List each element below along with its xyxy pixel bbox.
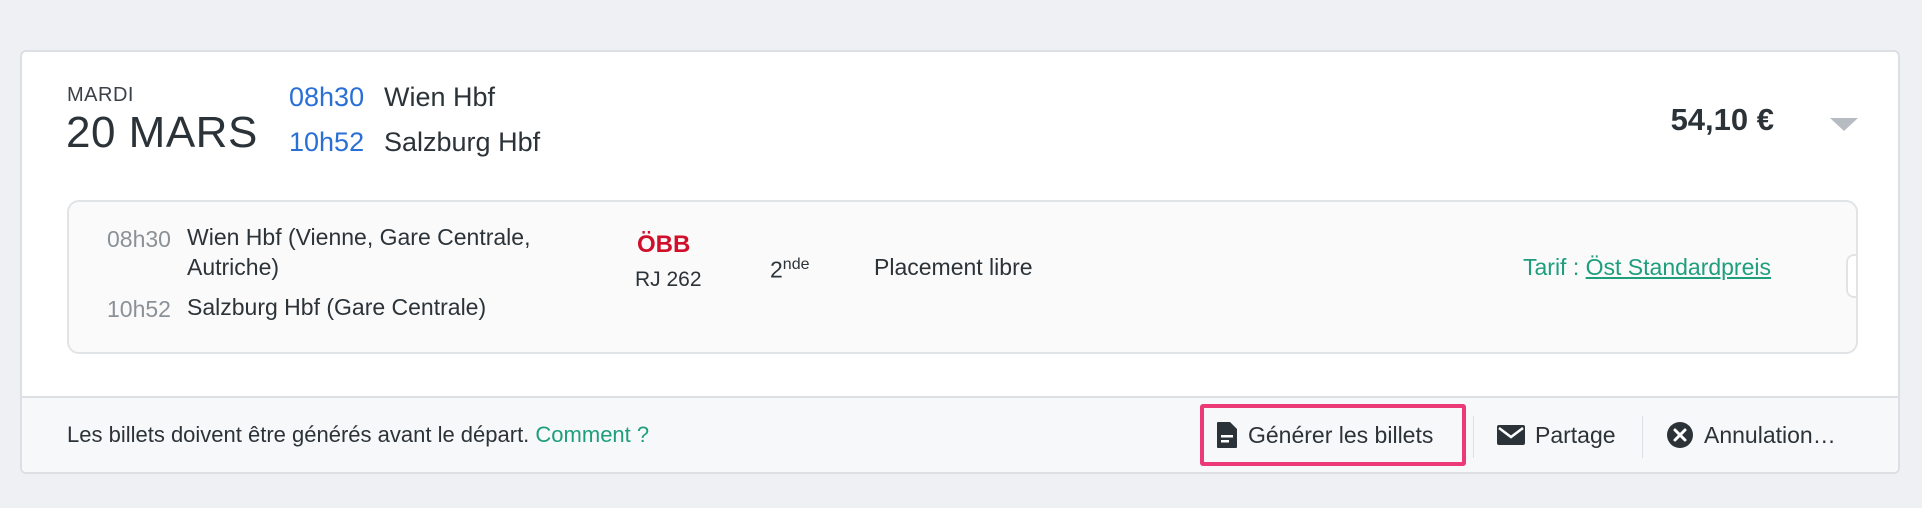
how-link[interactable]: Comment ? — [535, 422, 649, 447]
segment-departure-time: 08h30 — [107, 226, 171, 252]
share-button[interactable]: Partage — [1497, 398, 1616, 472]
chevron-down-icon[interactable] — [1830, 118, 1858, 131]
date-main: 20 MARS — [66, 108, 258, 157]
trip-card: MARDI 20 MARS 08h30 Wien Hbf 10h52 Salzb… — [20, 50, 1900, 474]
generate-tickets-label: Générer les billets — [1248, 421, 1434, 448]
arrival-time: 10h52 — [289, 127, 365, 157]
travel-class-suffix: nde — [782, 256, 810, 273]
cancel-button[interactable]: Annulation… — [1666, 398, 1836, 472]
obb-logo-text: ÖBB — [637, 231, 690, 256]
envelope-icon — [1497, 425, 1525, 445]
close-circle-icon — [1667, 422, 1693, 448]
departure-station: Wien Hbf — [384, 82, 496, 112]
obb-logo: ÖBB — [637, 231, 690, 256]
travel-class-number: 2 — [770, 256, 783, 283]
document-icon — [1217, 422, 1237, 448]
tarif: Tarif : Öst Standardpreis — [1523, 254, 1771, 281]
placement: Placement libre — [874, 254, 1033, 280]
departure-row: 08h30 Wien Hbf — [289, 82, 540, 127]
segment-details: 08h30 Wien Hbf (Vienne, Gare Centrale, A… — [67, 200, 1858, 354]
segment-departure-station: Wien Hbf (Vienne, Gare Centrale, Autrich… — [187, 222, 530, 282]
train-code: RJ 262 — [635, 268, 702, 291]
tarif-link[interactable]: Öst Standardpreis — [1586, 254, 1771, 280]
tarif-label: Tarif : — [1523, 254, 1586, 280]
divider — [1642, 416, 1643, 458]
arrival-station: Salzburg Hbf — [384, 127, 541, 157]
card-footer: Les billets doivent être générés avant l… — [22, 396, 1898, 472]
segment-departure-station-line1: Wien Hbf (Vienne, Gare Centrale, — [187, 224, 531, 250]
segment-departure-station-line2: Autriche) — [187, 254, 280, 280]
arrival-row: 10h52 Salzburg Hbf — [289, 127, 540, 172]
divider — [1473, 416, 1474, 458]
segment-side-tab — [1846, 254, 1856, 298]
share-label: Partage — [1535, 421, 1616, 448]
segment-arrival-station: Salzburg Hbf (Gare Centrale) — [187, 294, 487, 320]
travel-class: 2nde — [770, 256, 810, 284]
cancel-label: Annulation… — [1704, 421, 1836, 448]
journey-times: 08h30 Wien Hbf 10h52 Salzburg Hbf — [289, 82, 540, 172]
generation-note: Les billets doivent être générés avant l… — [67, 422, 649, 448]
segment-arrival-time: 10h52 — [107, 296, 171, 322]
generation-note-text: Les billets doivent être générés avant l… — [67, 422, 530, 447]
generate-tickets-button[interactable]: Générer les billets — [1200, 404, 1466, 466]
departure-time: 08h30 — [289, 82, 365, 112]
date-day: MARDI — [67, 84, 134, 106]
price: 54,10 € — [1670, 102, 1774, 137]
